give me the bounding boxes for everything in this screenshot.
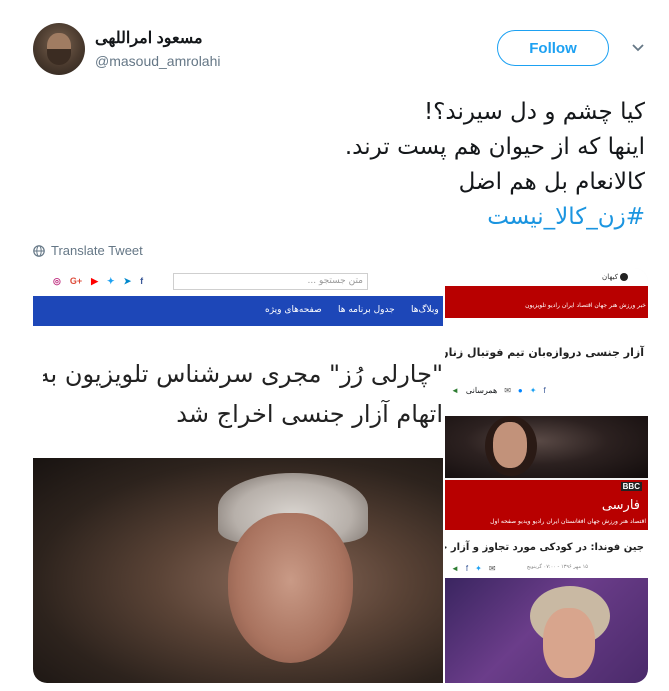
twitter-icon: ✦ xyxy=(107,276,115,286)
follow-button[interactable]: Follow xyxy=(497,30,609,66)
twitter-icon: ✦ xyxy=(475,564,482,573)
site-tabs: اقتصاد هنر ورزش جهان افغانستان ایران راد… xyxy=(490,518,646,525)
youtube-icon: ▶ xyxy=(91,276,99,286)
user-handle[interactable]: @masoud_amrolahi xyxy=(95,53,221,69)
twitter-icon: ✦ xyxy=(529,386,537,395)
share-icon: ◄ xyxy=(451,386,459,395)
news-card: کیهان خبر ورزش هنر جهان اقتصاد ایران راد… xyxy=(445,268,648,478)
tweet-line: اینها که از حیوان هم پست ترند. xyxy=(344,134,645,160)
card-meta: ۱۵ مهر ۱۳۹۶ - ۰۷:۰۰ گرینویچ xyxy=(526,564,588,570)
hashtag-link[interactable]: #زن_کالا_نیست xyxy=(45,200,645,235)
telegram-icon: ➤ xyxy=(123,276,132,286)
social-icons: ◎ G+ ▶ ✦ ➤ f xyxy=(53,276,143,287)
tweet-line: کیا چشم و دل سیرند؟! xyxy=(423,99,645,125)
nav-item: جدول برنامه ها xyxy=(338,305,395,315)
bbc-logo: BBC xyxy=(620,482,642,491)
bbc-title: فارسی xyxy=(601,498,640,513)
site-nav: صفحه‌های ویژه جدول برنامه ها وبلاگ‌ها xyxy=(33,296,443,326)
share-label: همرسانی xyxy=(465,386,498,395)
facebook-icon: f xyxy=(140,276,144,286)
article-headline: "چارلی رُز" مجری سرشناس تلویزیون به xyxy=(43,360,443,388)
tweet-text: کیا چشم و دل سیرند؟! اینها که از حیوان ه… xyxy=(45,95,645,235)
user-icon xyxy=(620,273,628,281)
globe-icon xyxy=(33,244,45,257)
translate-tweet-link[interactable]: Translate Tweet xyxy=(33,243,143,258)
site-topbar: ◎ G+ ▶ ✦ ➤ f متن جستجو ... xyxy=(33,268,443,297)
nav-item: وبلاگ‌ها xyxy=(411,305,439,315)
site-search-box: متن جستجو ... xyxy=(173,273,368,290)
news-card: BBC فارسی اقتصاد هنر ورزش جهان افغانستان… xyxy=(445,480,648,683)
avatar[interactable] xyxy=(33,23,85,75)
chevron-down-icon[interactable] xyxy=(628,38,648,58)
facebook-icon: f xyxy=(465,564,469,573)
media-image-left[interactable]: ◎ G+ ▶ ✦ ➤ f متن جستجو ... صفحه‌های ویژه… xyxy=(33,268,443,683)
article-photo-face xyxy=(228,513,353,663)
display-name[interactable]: مسعود امراللهی xyxy=(95,28,203,48)
translate-label: Translate Tweet xyxy=(51,243,143,258)
google-plus-icon: G+ xyxy=(69,276,83,286)
tweet-line: کالانعام بل هم اضل xyxy=(458,169,645,195)
nav-item: صفحه‌های ویژه xyxy=(265,305,322,315)
card-photo xyxy=(445,578,648,683)
site-name: کیهان xyxy=(602,273,618,281)
media-image-right[interactable]: کیهان خبر ورزش هنر جهان اقتصاد ایران راد… xyxy=(445,268,648,683)
instagram-icon: ◎ xyxy=(53,276,61,286)
article-headline: اتهام آزار جنسی اخراج شد xyxy=(176,400,443,428)
facebook-icon: f xyxy=(543,386,546,395)
mail-icon: ✉ xyxy=(488,564,496,573)
messenger-icon: ● xyxy=(517,386,523,395)
site-tabs: خبر ورزش هنر جهان اقتصاد ایران رادیو تلو… xyxy=(525,302,646,309)
card-headline: جین فوندا: در کودکی مورد تجاوز و آزار جن… xyxy=(445,542,644,553)
card-photo xyxy=(445,416,648,478)
card-headline: آزار جنسی دروازه‌بان تیم فوتبال زنان آمر… xyxy=(445,346,644,359)
share-icons: ◄ همرسانی ✉ ● ✦ f xyxy=(451,386,546,395)
mail-icon: ✉ xyxy=(504,386,511,395)
media-grid[interactable]: ◎ G+ ▶ ✦ ➤ f متن جستجو ... صفحه‌های ویژه… xyxy=(33,268,648,683)
avatar-beard xyxy=(47,49,71,65)
share-icon: ◄ xyxy=(451,564,459,573)
share-icons: ◄ f ✦ ✉ xyxy=(451,564,496,573)
